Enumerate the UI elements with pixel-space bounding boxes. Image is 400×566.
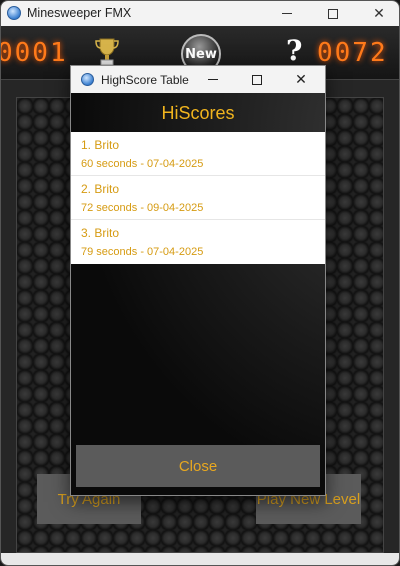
maximize-icon [252,74,262,85]
minimize-icon [282,13,292,14]
score-row[interactable]: 1. Brito 60 seconds - 07-04-2025 [71,132,325,176]
app-icon [7,6,21,20]
title-bar[interactable]: Minesweeper FMX ✕ [1,1,399,26]
close-icon: ✕ [295,71,307,88]
score-name: 1. Brito [81,138,120,152]
close-button[interactable]: Close [76,445,320,487]
minimize-button[interactable] [264,1,310,26]
score-row[interactable]: 2. Brito 72 seconds - 09-04-2025 [71,176,325,220]
dialog-title: HighScore Table [101,73,189,87]
close-icon: ✕ [373,5,385,22]
dialog-app-icon [81,73,94,86]
dialog-title-bar[interactable]: HighScore Table ✕ [71,66,325,93]
hiscores-heading: HiScores [161,103,235,123]
score-name: 2. Brito [81,182,120,196]
maximize-button[interactable] [310,1,356,26]
score-detail: 72 seconds - 09-04-2025 [81,202,204,214]
score-detail: 79 seconds - 07-04-2025 [81,246,204,258]
score-list: 1. Brito 60 seconds - 07-04-2025 2. Brit… [71,132,325,264]
dialog-close-x-button[interactable]: ✕ [279,66,323,93]
help-button[interactable]: ? [286,34,302,67]
highscore-dialog: HighScore Table ✕ HiScores 1. Brito 60 s… [70,65,326,496]
close-window-button[interactable]: ✕ [356,1,399,26]
window-bottom-edge [1,553,399,565]
maximize-icon [328,8,338,19]
timer-counter: 0072 [317,38,388,68]
score-name: 3. Brito [81,226,120,240]
score-detail: 60 seconds - 07-04-2025 [81,158,204,170]
dialog-maximize-button[interactable] [235,66,279,93]
mines-counter: 0001 [0,38,68,68]
trophy-icon[interactable] [95,37,119,67]
minimize-icon [208,78,218,81]
score-row[interactable]: 3. Brito 79 seconds - 07-04-2025 [71,220,325,264]
window-title: Minesweeper FMX [27,6,132,20]
dialog-minimize-button[interactable] [191,66,235,93]
